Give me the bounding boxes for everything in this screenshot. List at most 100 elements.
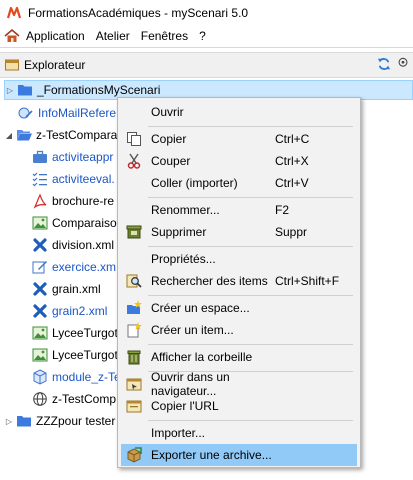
menu-item-renommer[interactable]: Renommer... F2 [121,199,357,221]
image-icon [32,348,48,362]
tree-item-label: grain2.xml [52,304,108,318]
url-icon [126,400,142,413]
menu-application[interactable]: Application [26,29,85,43]
tree-item[interactable]: activiteeval. [32,169,115,189]
tree-item[interactable]: InfoMailRefere [18,103,116,123]
tree-item-label: brochure-re [52,194,115,208]
puzzle-icon [33,282,47,296]
tree-item[interactable]: z-TestComp [32,389,116,409]
new-space-icon [127,300,142,314]
refresh-icon[interactable] [377,57,391,71]
menu-item-shortcut: Ctrl+V [275,176,309,190]
menu-item-shortcut: Suppr [275,225,308,239]
menu-item-ouvrir[interactable]: Ouvrir [121,101,357,123]
explorer-header: Explorateur [0,52,413,78]
tree-item[interactable]: Comparaiso [32,213,117,233]
menu-divider [148,344,353,345]
pencil-icon [32,261,47,274]
menu-item-label: Importer... [151,426,206,440]
tree-item-label: activiteeval. [52,172,115,186]
image-icon [32,326,48,340]
menu-divider [148,126,353,127]
tree-item[interactable]: LyceeTurgot [32,345,118,365]
tree-item-label: module_z-Te [52,370,121,384]
menu-divider [148,197,353,198]
menu-divider [148,420,353,421]
menu-item-creer-item[interactable]: Créer un item... [121,319,357,341]
explorer-icon [5,59,19,71]
tree-item[interactable]: module_z-Te [32,367,121,387]
menu-bar: Application Atelier Fenêtres ? [0,26,413,46]
menu-item-corbeille[interactable]: Afficher la corbeille [121,346,357,368]
image-icon [32,216,48,230]
menu-item-label: Couper [151,154,191,168]
home-icon[interactable] [4,28,20,44]
menu-item-couper[interactable]: Couper Ctrl+X [121,150,357,172]
tree-item[interactable]: division.xml [32,235,114,255]
tree-item[interactable]: grain.xml [32,279,101,299]
briefcase-icon [33,150,47,163]
menu-divider [148,295,353,296]
tree-item[interactable]: exercice.xm [32,257,116,277]
checklist-icon [32,172,47,187]
tree-item[interactable]: grain2.xml [32,301,107,321]
tree-item-label: LyceeTurgot [52,326,118,340]
open-folder-icon [17,130,32,141]
menu-item-label: Renommer... [151,203,220,217]
context-menu: Ouvrir Copier Ctrl+C Couper Ctrl+X Colle… [117,97,361,468]
search-icon [126,274,142,288]
menu-item-exporter-archive[interactable]: Exporter une archive... [121,444,357,466]
collapse-arrow-icon[interactable]: ◢ [4,131,14,140]
menu-item-label: Propriétés... [151,252,216,266]
globe-link-icon [18,107,33,119]
menu-item-proprietes[interactable]: Propriétés... [121,248,357,270]
menu-atelier[interactable]: Atelier [96,29,130,43]
puzzle-icon [33,304,47,318]
menu-item-label: Supprimer [151,225,207,239]
tree-item-label: LyceeTurgot [52,348,118,362]
browser-icon [126,378,142,391]
explorer-title: Explorateur [24,58,86,72]
menu-item-label: Copier [151,132,187,146]
puzzle-icon [33,238,47,252]
menu-item-creer-espace[interactable]: Créer un espace... [121,297,357,319]
new-item-icon [127,322,142,338]
tree-item-label: exercice.xm [52,260,117,274]
tree-item[interactable]: brochure-re [32,191,114,211]
menu-help[interactable]: ? [199,29,206,43]
app-logo-icon [6,6,22,19]
menu-item-coller[interactable]: Coller (importer) Ctrl+V [121,172,357,194]
tree-item-label: z-TestCompara [36,128,118,142]
menu-item-rechercher[interactable]: Rechercher des items Ctrl+Shift+F [121,270,357,292]
menu-separator [0,47,413,48]
tree-item[interactable]: ▷ ZZZpour tester [4,411,115,431]
copy-icon [127,132,141,146]
menu-item-label: Créer un espace... [151,301,250,315]
tree-item-label: activiteappr [52,150,114,164]
menu-item-copier-url[interactable]: Copier l'URL [121,395,357,417]
menu-item-shortcut: Ctrl+Shift+F [275,274,340,288]
tree-item[interactable]: ◢ z-TestCompara [4,125,117,145]
menu-item-supprimer[interactable]: Supprimer Suppr [121,221,357,243]
menu-item-navigateur[interactable]: Ouvrir dans un navigateur... [121,370,357,398]
tree-item-label: grain.xml [52,282,101,296]
menu-item-label: Coller (importer) [151,176,238,190]
tree-root-label: _FormationsMyScenari [37,83,161,97]
explorer-tools [377,57,409,71]
window-title: FormationsAcadémiques - myScenari 5.0 [28,6,249,20]
expand-arrow-icon[interactable]: ▷ [5,86,15,95]
menu-item-shortcut: Ctrl+C [275,132,310,146]
menu-item-label: Rechercher des items [151,274,268,288]
menu-divider [148,246,353,247]
expand-arrow-icon[interactable]: ▷ [4,417,14,426]
menu-fenetres[interactable]: Fenêtres [141,29,188,43]
pdf-icon [33,193,47,209]
delete-icon [126,225,142,239]
trash-icon [127,350,141,365]
menu-item-importer[interactable]: Importer... [121,422,357,444]
tree-item[interactable]: activiteappr [32,147,113,167]
panel-menu-icon[interactable] [397,57,409,71]
menu-item-copier[interactable]: Copier Ctrl+C [121,128,357,150]
tree-item-label: InfoMailRefere [38,106,117,120]
tree-item[interactable]: LyceeTurgot [32,323,118,343]
